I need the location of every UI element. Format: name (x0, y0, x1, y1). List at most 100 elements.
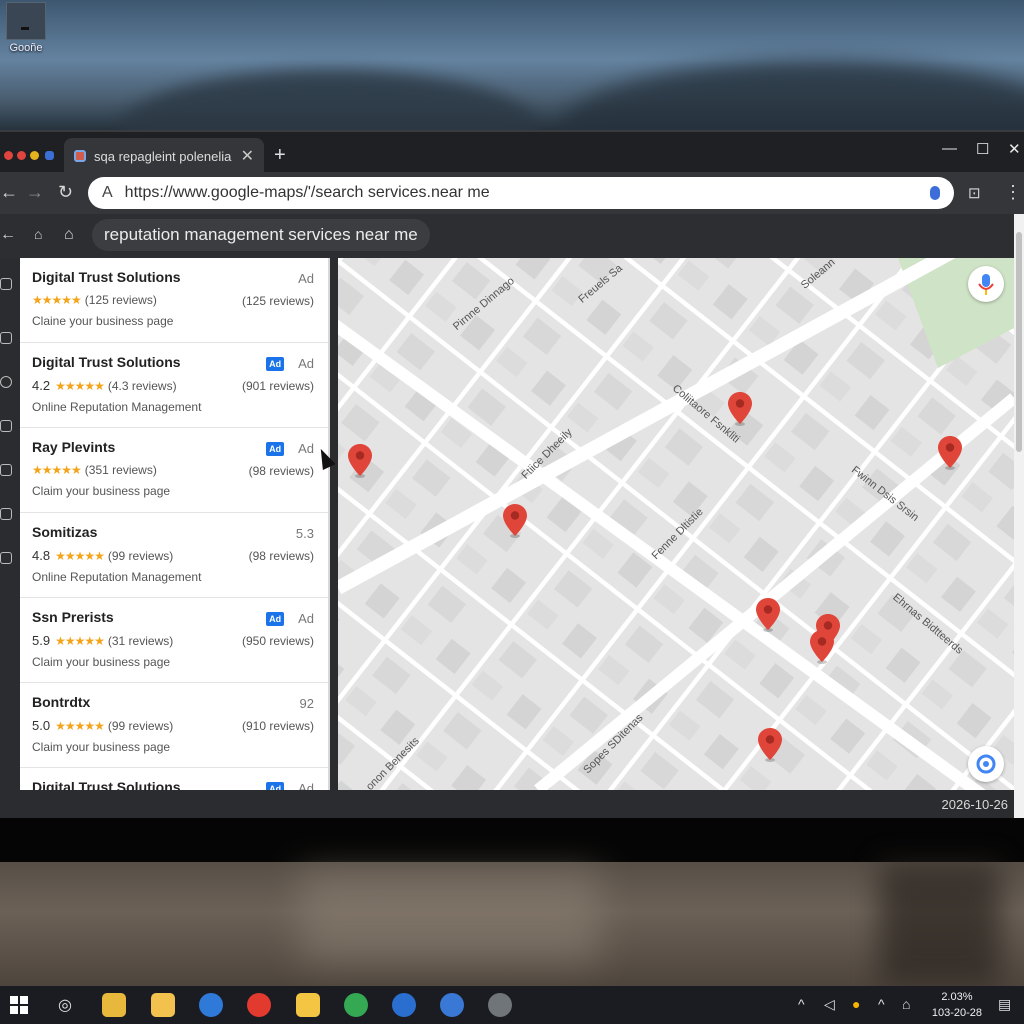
inbox-icon[interactable]: ⌂ (34, 226, 42, 242)
recents-icon[interactable] (0, 376, 12, 388)
settings-app-icon[interactable] (488, 993, 512, 1017)
desktop-shortcut[interactable]: Gooñe (4, 2, 48, 54)
ad-badge: Ad (266, 441, 285, 456)
result-card[interactable]: Digital Trust Solutions Ad Ad (20, 768, 328, 790)
layers-icon[interactable] (0, 420, 12, 432)
map-marker-pin-icon[interactable] (728, 392, 752, 426)
task-view-icon[interactable]: ◎ (58, 995, 72, 1015)
close-tab-icon[interactable]: ✕ (241, 146, 254, 166)
calendar-icon[interactable] (440, 993, 464, 1017)
mail-icon[interactable] (392, 993, 416, 1017)
extension-icon[interactable] (45, 151, 54, 160)
review-count-secondary: (901 reviews) (241, 379, 314, 393)
browser-toolbar: ← → ↻ A https://www.google-maps/'/search… (0, 172, 1024, 214)
new-tab-icon[interactable]: + (274, 144, 286, 167)
browser-window: sqa repagleint polenelia ✕ + — ☐ ✕ ← → ↻… (0, 130, 1024, 820)
map-marker-pin-icon[interactable] (756, 598, 780, 632)
address-bar[interactable]: A https://www.google-maps/'/search servi… (88, 177, 954, 209)
store-app-icon[interactable] (102, 993, 126, 1017)
zoom-dot-icon[interactable] (30, 151, 39, 160)
opera-icon[interactable] (247, 993, 271, 1017)
close-dot-icon[interactable] (4, 151, 13, 160)
business-name[interactable]: Bontrdtx (32, 694, 316, 710)
scrollbar-thumb[interactable] (1016, 232, 1022, 452)
ad-label: 5.3 (295, 526, 314, 541)
list-icon[interactable] (0, 464, 12, 476)
map-marker-pin-icon[interactable] (938, 436, 962, 470)
minimize-window-icon[interactable]: — (942, 140, 957, 157)
system-clock[interactable]: 2.03% 103-20-28 (932, 989, 982, 1021)
results-list: Digital Trust Solutions Ad ★★★★★ (125 revie… (20, 258, 330, 790)
reload-icon[interactable]: ↻ (58, 182, 73, 203)
business-category: Claine your business page (32, 314, 174, 328)
home-icon[interactable]: ⌂ (64, 226, 74, 244)
show-hidden-icons-icon[interactable]: ^ (798, 996, 805, 1012)
result-card[interactable]: Ray Plevints Ad Ad ★★★★★ (351 reviews) (98 re… (20, 428, 328, 513)
result-card[interactable]: Ssn Prerists Ad Ad 5.9 ★★★★★ (31 reviews) (950… (20, 598, 328, 683)
maps-search-query[interactable]: reputation management services near me (92, 219, 430, 251)
business-name[interactable]: Digital Trust Solutions (32, 269, 316, 285)
business-category: Claim your business page (32, 655, 171, 669)
chrome-icon[interactable] (344, 993, 368, 1017)
maximize-window-icon[interactable]: ☐ (976, 140, 989, 158)
install-app-icon[interactable]: ⊡ (968, 184, 981, 202)
result-card[interactable]: Somitizas 5.3 4.8 ★★★★★ (99 reviews) (98 revi… (20, 513, 328, 598)
review-count[interactable]: (4.3 reviews) (108, 379, 177, 393)
voice-search-icon[interactable] (930, 186, 940, 200)
review-count[interactable]: (99 reviews) (108, 719, 173, 733)
forward-arrow-icon[interactable]: → (26, 182, 44, 203)
ad-label: 92 (299, 696, 314, 711)
file-explorer-icon[interactable] (151, 993, 175, 1017)
ad-badge: Ad (266, 781, 285, 790)
map-view[interactable]: Pirnne Dinnago Freuels Sa Soleann Coliit… (338, 258, 1014, 790)
action-center-icon[interactable]: ▤ (998, 996, 1011, 1013)
ad-indicator: Ad Ad (266, 441, 314, 456)
page-scrollbar[interactable] (1014, 214, 1024, 820)
start-windows-icon[interactable] (10, 996, 28, 1014)
business-category: Online Reputation Management (32, 400, 202, 414)
ad-badge: Ad (266, 611, 285, 626)
volume-icon[interactable]: ◁ (824, 996, 835, 1013)
star-rating-icon: ★★★★★ (32, 463, 82, 477)
site-info-icon[interactable]: A (102, 184, 113, 202)
tab-active[interactable]: sqa repagleint polenelia ✕ (64, 138, 264, 174)
notification-app-icon[interactable]: ● (852, 996, 860, 1012)
star-rating-icon: ★★★★★ (55, 548, 105, 563)
result-card[interactable]: Digital Trust Solutions Ad Ad 4.2 ★★★★★ (4.3 … (20, 343, 328, 428)
wifi-icon[interactable]: ⌂ (902, 996, 910, 1012)
folder-icon[interactable] (296, 993, 320, 1017)
map-marker-pin-icon[interactable] (348, 444, 372, 478)
clock-date: 103-20-28 (931, 1007, 982, 1019)
mic-icon (978, 274, 994, 295)
settings-icon[interactable] (0, 552, 12, 564)
minimize-dot-icon[interactable] (17, 151, 26, 160)
map-marker-pin-icon[interactable] (758, 728, 782, 762)
result-card[interactable]: Digital Trust Solutions Ad ★★★★★ (125 revie… (20, 258, 328, 343)
back-icon[interactable]: ← (0, 226, 16, 244)
business-category: Claim your business page (32, 484, 171, 498)
back-arrow-icon[interactable]: ← (0, 182, 18, 203)
review-count[interactable]: (351 reviews) (85, 463, 157, 477)
review-count[interactable]: (31 reviews) (108, 634, 173, 648)
close-window-icon[interactable]: ✕ (1008, 140, 1021, 158)
share-icon[interactable] (0, 508, 12, 520)
ad-label: Ad (298, 441, 314, 456)
review-count[interactable]: (99 reviews) (108, 549, 173, 563)
status-date: 2026-10-26 (941, 797, 1009, 812)
my-location-button[interactable] (968, 746, 1004, 782)
explore-icon[interactable] (0, 278, 12, 290)
star-rating-icon: ★★★★★ (55, 378, 105, 393)
map-marker-pin-icon[interactable] (503, 504, 527, 538)
network-icon[interactable]: ^ (878, 996, 885, 1012)
review-count[interactable]: (125 reviews) (85, 293, 157, 307)
address-url[interactable]: https://www.google-maps/'/search service… (125, 184, 930, 202)
edge-browser-icon[interactable] (199, 993, 223, 1017)
review-count-secondary: (98 reviews) (248, 464, 314, 478)
voice-search-map-button[interactable] (968, 266, 1004, 302)
more-menu-icon[interactable]: ⋮ (1004, 182, 1022, 203)
map-marker-pin-icon[interactable] (810, 630, 834, 664)
ad-label: Ad (298, 271, 314, 286)
result-card[interactable]: Bontrdtx 92 5.0 ★★★★★ (99 reviews) (910 revie… (20, 683, 328, 768)
business-name[interactable]: Somitizas (32, 524, 316, 540)
saved-icon[interactable] (0, 332, 12, 344)
